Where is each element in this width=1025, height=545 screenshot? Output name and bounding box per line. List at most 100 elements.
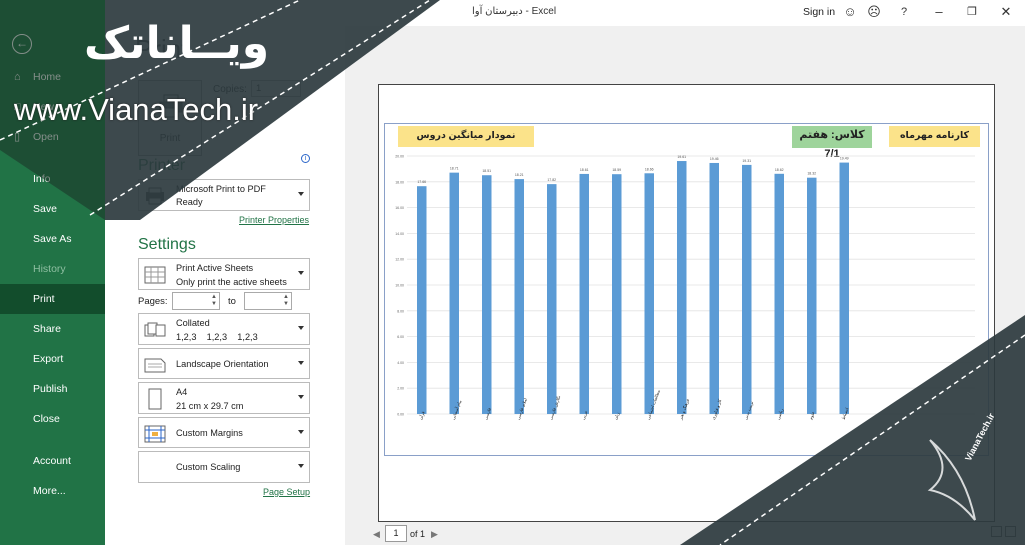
y-tick-label: 4.00: [397, 361, 404, 365]
to-label: to: [228, 296, 236, 307]
help-icon[interactable]: ?: [894, 6, 914, 18]
chart-bar: [839, 162, 849, 414]
sidebar-item-info[interactable]: Info: [0, 164, 105, 194]
page-setup-link[interactable]: Page Setup: [263, 487, 310, 497]
sidebar-item-save-as[interactable]: Save As: [0, 224, 105, 254]
next-page-icon[interactable]: ▶: [431, 529, 438, 540]
copies-input[interactable]: 1: [251, 80, 301, 97]
sidebar-item-label: Home: [33, 71, 62, 83]
bar-data-label: 19.49: [840, 157, 849, 161]
restore-icon[interactable]: ❐: [962, 5, 982, 18]
sidebar-item-close[interactable]: Close: [0, 404, 105, 434]
paper-size-value: A4: [176, 387, 188, 397]
back-arrow-icon[interactable]: ←: [12, 34, 32, 54]
sidebar-item-print[interactable]: Print: [0, 284, 105, 314]
y-tick-label: 6.00: [397, 335, 404, 339]
collation-desc: 1,2,3 1,2,3 1,2,3: [176, 332, 258, 342]
spinner-icon[interactable]: ▲ ▼: [211, 294, 217, 308]
bar-data-label: 18.32: [807, 172, 816, 176]
sidebar-item-label: Save As: [33, 233, 72, 245]
scaling-value: Custom Scaling: [176, 462, 241, 472]
y-tick-label: 16.00: [395, 206, 404, 210]
sidebar-item-history: History: [0, 254, 105, 284]
sidebar-item-label: Info: [33, 173, 51, 185]
chevron-down-icon: [298, 360, 304, 365]
collated-icon: [144, 322, 166, 337]
y-tick-label: 0.00: [397, 413, 404, 417]
portrait-page-icon: [148, 388, 162, 410]
print-button-label: Print: [159, 133, 181, 144]
chart-bar: [677, 161, 687, 414]
printer-properties-link[interactable]: Printer Properties: [239, 215, 309, 225]
collation-dropdown[interactable]: Collated 1,2,3 1,2,3 1,2,3: [138, 313, 310, 345]
zoom-to-page-icon[interactable]: [1005, 526, 1016, 537]
chart-bar: [807, 177, 817, 414]
pages-from-input[interactable]: ▲ ▼: [172, 292, 220, 310]
close-icon[interactable]: ✕: [996, 4, 1016, 20]
chevron-down-icon: [298, 429, 304, 434]
info-icon[interactable]: i: [301, 154, 310, 163]
y-tick-label: 20.00: [395, 155, 404, 159]
chart-bar: [482, 175, 492, 414]
pages-label: Pages:: [138, 296, 168, 307]
sidebar-item-save[interactable]: Save: [0, 194, 105, 224]
chart-bar: [644, 173, 654, 414]
chart-bar: [449, 172, 459, 414]
previous-page-icon[interactable]: ◀: [373, 529, 380, 540]
preview-page: کارنامه مهرماه کلاس: هفتم 7/1 نمودار میا…: [378, 84, 995, 522]
sidebar-item-label: Publish: [33, 383, 68, 395]
chart-bar: [547, 184, 557, 414]
show-margins-icon[interactable]: [991, 526, 1002, 537]
sidebar-item-label: Share: [33, 323, 62, 335]
home-icon: ⌂: [14, 71, 21, 83]
spinner-icon[interactable]: ▲ ▼: [283, 294, 289, 308]
backstage-sidebar: ← ⌂ Home □ New ▯ Open Info Save Save As His…: [0, 0, 105, 545]
chart-bar: [742, 164, 752, 414]
y-tick-label: 14.00: [395, 232, 404, 236]
sidebar-item-share[interactable]: Share: [0, 314, 105, 344]
sidebar-item-label: Account: [33, 455, 71, 467]
bar-data-label: 19.46: [710, 157, 719, 161]
printer-status: Ready: [176, 197, 203, 207]
printer-icon: [146, 187, 164, 205]
settings-heading: Settings: [138, 236, 196, 253]
margins-icon: [144, 425, 166, 443]
chart-bar: [579, 173, 589, 414]
frown-feedback-icon[interactable]: ☹: [864, 4, 884, 20]
minimize-icon[interactable]: –: [929, 4, 949, 19]
chart-bar: [417, 186, 427, 414]
sidebar-item-export[interactable]: Export: [0, 344, 105, 374]
margins-dropdown[interactable]: Custom Margins: [138, 417, 310, 448]
sidebar-item-label: Save: [33, 203, 57, 215]
watermark-url: www.VianaTech.ir: [14, 92, 259, 127]
print-what-dropdown[interactable]: Print Active Sheets Only print the activ…: [138, 258, 310, 290]
printer-heading: Printer: [138, 157, 186, 174]
bar-data-label: 19.31: [742, 159, 751, 163]
landscape-page-icon: [144, 358, 166, 373]
orientation-dropdown[interactable]: Landscape Orientation: [138, 348, 310, 379]
orientation-value: Landscape Orientation: [176, 359, 269, 369]
report-chart-area: کارنامه مهرماه کلاس: هفتم 7/1 نمودار میا…: [384, 123, 989, 456]
sheet-grid-icon: [144, 266, 166, 284]
bar-data-label: 18.51: [482, 169, 491, 173]
category-label: زبان: [613, 412, 620, 421]
chevron-down-icon: [298, 395, 304, 399]
page-number-input[interactable]: 1: [385, 525, 407, 542]
sidebar-item-account[interactable]: Account: [0, 446, 105, 476]
y-tick-label: 2.00: [397, 387, 404, 391]
printer-dropdown[interactable]: Microsoft Print to PDF Ready: [138, 179, 310, 211]
print-what-desc: Only print the active sheets: [176, 277, 287, 287]
chevron-down-icon: [298, 192, 304, 196]
y-tick-label: 10.00: [395, 284, 404, 288]
sign-in-link[interactable]: Sign in: [803, 6, 835, 18]
chevron-down-icon: [298, 271, 304, 275]
sidebar-item-label: Export: [33, 353, 64, 365]
smile-feedback-icon[interactable]: ☺: [840, 4, 860, 19]
pages-to-input[interactable]: ▲ ▼: [244, 292, 292, 310]
y-tick-label: 8.00: [397, 309, 404, 313]
paper-size-dropdown[interactable]: A4 21 cm x 29.7 cm: [138, 382, 310, 414]
scaling-dropdown[interactable]: Custom Scaling: [138, 451, 310, 483]
sidebar-item-publish[interactable]: Publish: [0, 374, 105, 404]
excel-backstage-window: ← ⌂ Home □ New ▯ Open Info Save Save As His…: [0, 0, 1025, 545]
sidebar-item-more[interactable]: More...: [0, 476, 105, 506]
